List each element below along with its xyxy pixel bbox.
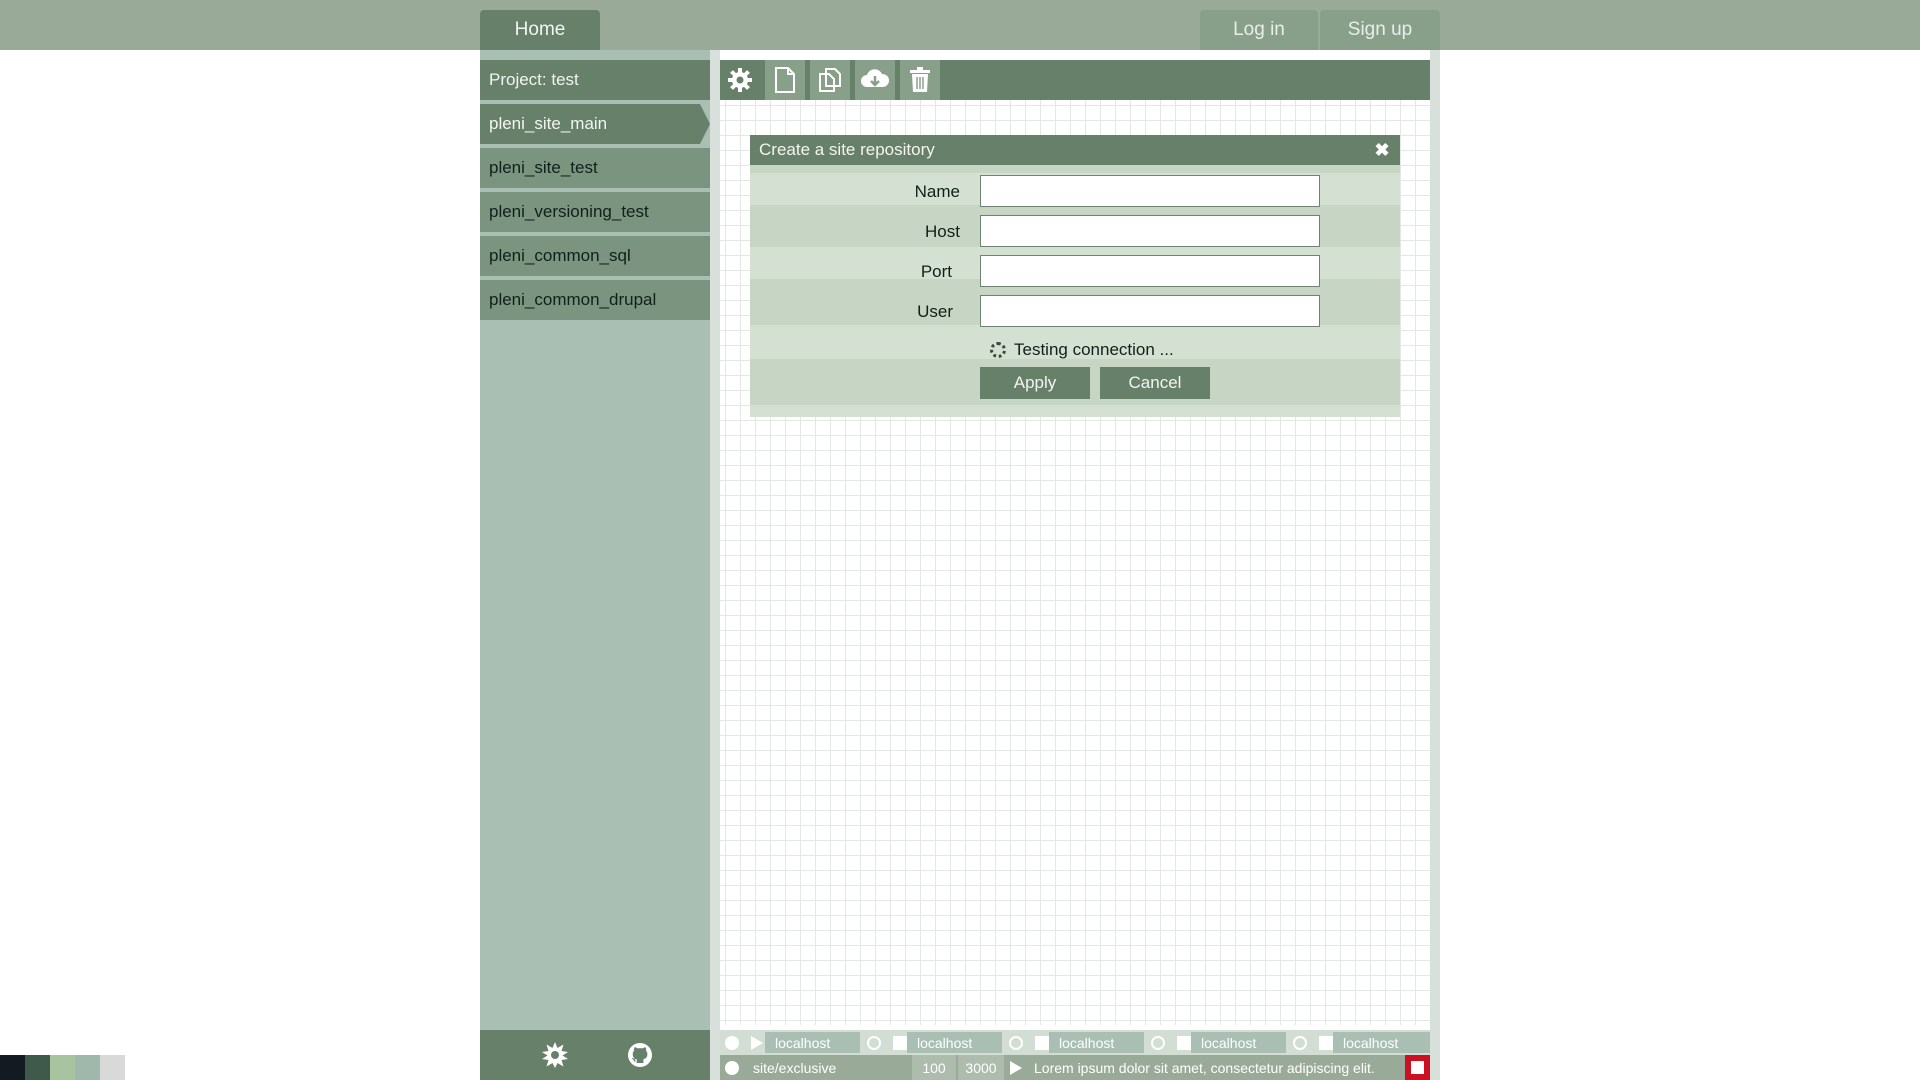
host-item-5[interactable]: localhost	[1333, 1032, 1430, 1053]
sidebar-footer	[480, 1030, 710, 1080]
close-icon[interactable]: ✖	[1372, 139, 1392, 161]
path-text: site/exclusive	[753, 1059, 837, 1076]
connection-status-text: Testing connection ...	[1014, 340, 1174, 359]
host-label: Host	[925, 222, 960, 241]
sidebar-item-pleni-site-test[interactable]: pleni_site_test	[480, 148, 710, 188]
status-dot-icon	[725, 1061, 739, 1075]
right-border	[1430, 50, 1440, 1080]
status-circle-icon	[1293, 1036, 1307, 1050]
cancel-button[interactable]: Cancel	[1100, 367, 1210, 399]
signup-tab[interactable]: Sign up	[1320, 10, 1440, 50]
status-circle-icon	[867, 1036, 881, 1050]
host-item-2[interactable]: localhost	[907, 1032, 1002, 1053]
color-swatch	[75, 1055, 100, 1080]
stop-icon[interactable]	[1177, 1036, 1191, 1050]
trash-icon[interactable]	[900, 60, 940, 100]
sidebar-item-pleni-site-main[interactable]: pleni_site_main	[480, 104, 710, 144]
dialog-title: Create a site repository	[750, 135, 1400, 165]
cloud-download-icon[interactable]	[855, 60, 895, 100]
color-swatch	[100, 1055, 125, 1080]
sidebar-item-label: pleni_versioning_test	[489, 202, 649, 221]
status-dot-icon	[725, 1036, 739, 1050]
host-item-4[interactable]: localhost	[1191, 1032, 1286, 1053]
stop-icon[interactable]	[893, 1036, 907, 1050]
status-circle-icon	[1009, 1036, 1023, 1050]
sidebar-divider	[710, 50, 720, 1080]
stop-icon[interactable]	[1035, 1036, 1049, 1050]
sidebar-item-pleni-versioning-test[interactable]: pleni_versioning_test	[480, 192, 710, 232]
count-value: 100	[912, 1055, 956, 1080]
alert-stop-button[interactable]	[1405, 1055, 1430, 1080]
home-tab[interactable]: Home	[480, 10, 600, 50]
github-icon[interactable]	[625, 1040, 655, 1070]
copy-icon[interactable]	[810, 60, 850, 100]
status-circle-icon	[1151, 1036, 1165, 1050]
host-item-3[interactable]: localhost	[1049, 1032, 1144, 1053]
stop-icon[interactable]	[1319, 1036, 1333, 1050]
sidebar-item-label: pleni_common_drupal	[489, 290, 657, 309]
color-swatch	[0, 1055, 25, 1080]
dialog-title-text: Create a site repository	[759, 140, 935, 159]
play-icon[interactable]	[751, 1036, 763, 1050]
name-label: Name	[914, 182, 960, 201]
sidebar-item-label: pleni_site_test	[489, 158, 598, 177]
connection-status: Testing connection ...	[990, 340, 1174, 360]
name-input[interactable]	[980, 175, 1320, 207]
user-input[interactable]	[980, 295, 1320, 327]
gear-icon[interactable]	[720, 60, 760, 100]
status-message: Lorem ipsum dolor sit amet, consectetur …	[1034, 1059, 1375, 1076]
host-input[interactable]	[980, 215, 1320, 247]
user-label: User	[917, 302, 953, 321]
play-icon[interactable]	[1010, 1061, 1022, 1075]
color-swatch	[25, 1055, 50, 1080]
sidebar-item-label: pleni_site_main	[489, 114, 608, 133]
project-title: Project: test	[480, 60, 710, 100]
limit-value: 3000	[958, 1055, 1004, 1080]
sidebar-item-pleni-common-sql[interactable]: pleni_common_sql	[480, 236, 710, 276]
dialog-footer	[750, 405, 1400, 417]
apply-button[interactable]: Apply	[980, 367, 1090, 399]
settings-burst-icon[interactable]	[540, 1040, 570, 1070]
top-navigation-bar	[0, 0, 1920, 50]
create-site-repository-dialog: Create a site repository ✖ Name Host Por…	[750, 135, 1400, 417]
sidebar-item-pleni-common-drupal[interactable]: pleni_common_drupal	[480, 280, 710, 320]
port-label: Port	[920, 262, 952, 281]
new-file-icon[interactable]	[765, 60, 805, 100]
spinner-icon	[990, 342, 1006, 358]
login-tab[interactable]: Log in	[1200, 10, 1318, 50]
port-input[interactable]	[980, 255, 1320, 287]
stop-icon	[1411, 1061, 1424, 1074]
sidebar-item-label: pleni_common_sql	[489, 246, 631, 265]
host-item-1[interactable]: localhost	[765, 1032, 860, 1053]
color-swatch	[50, 1055, 75, 1080]
